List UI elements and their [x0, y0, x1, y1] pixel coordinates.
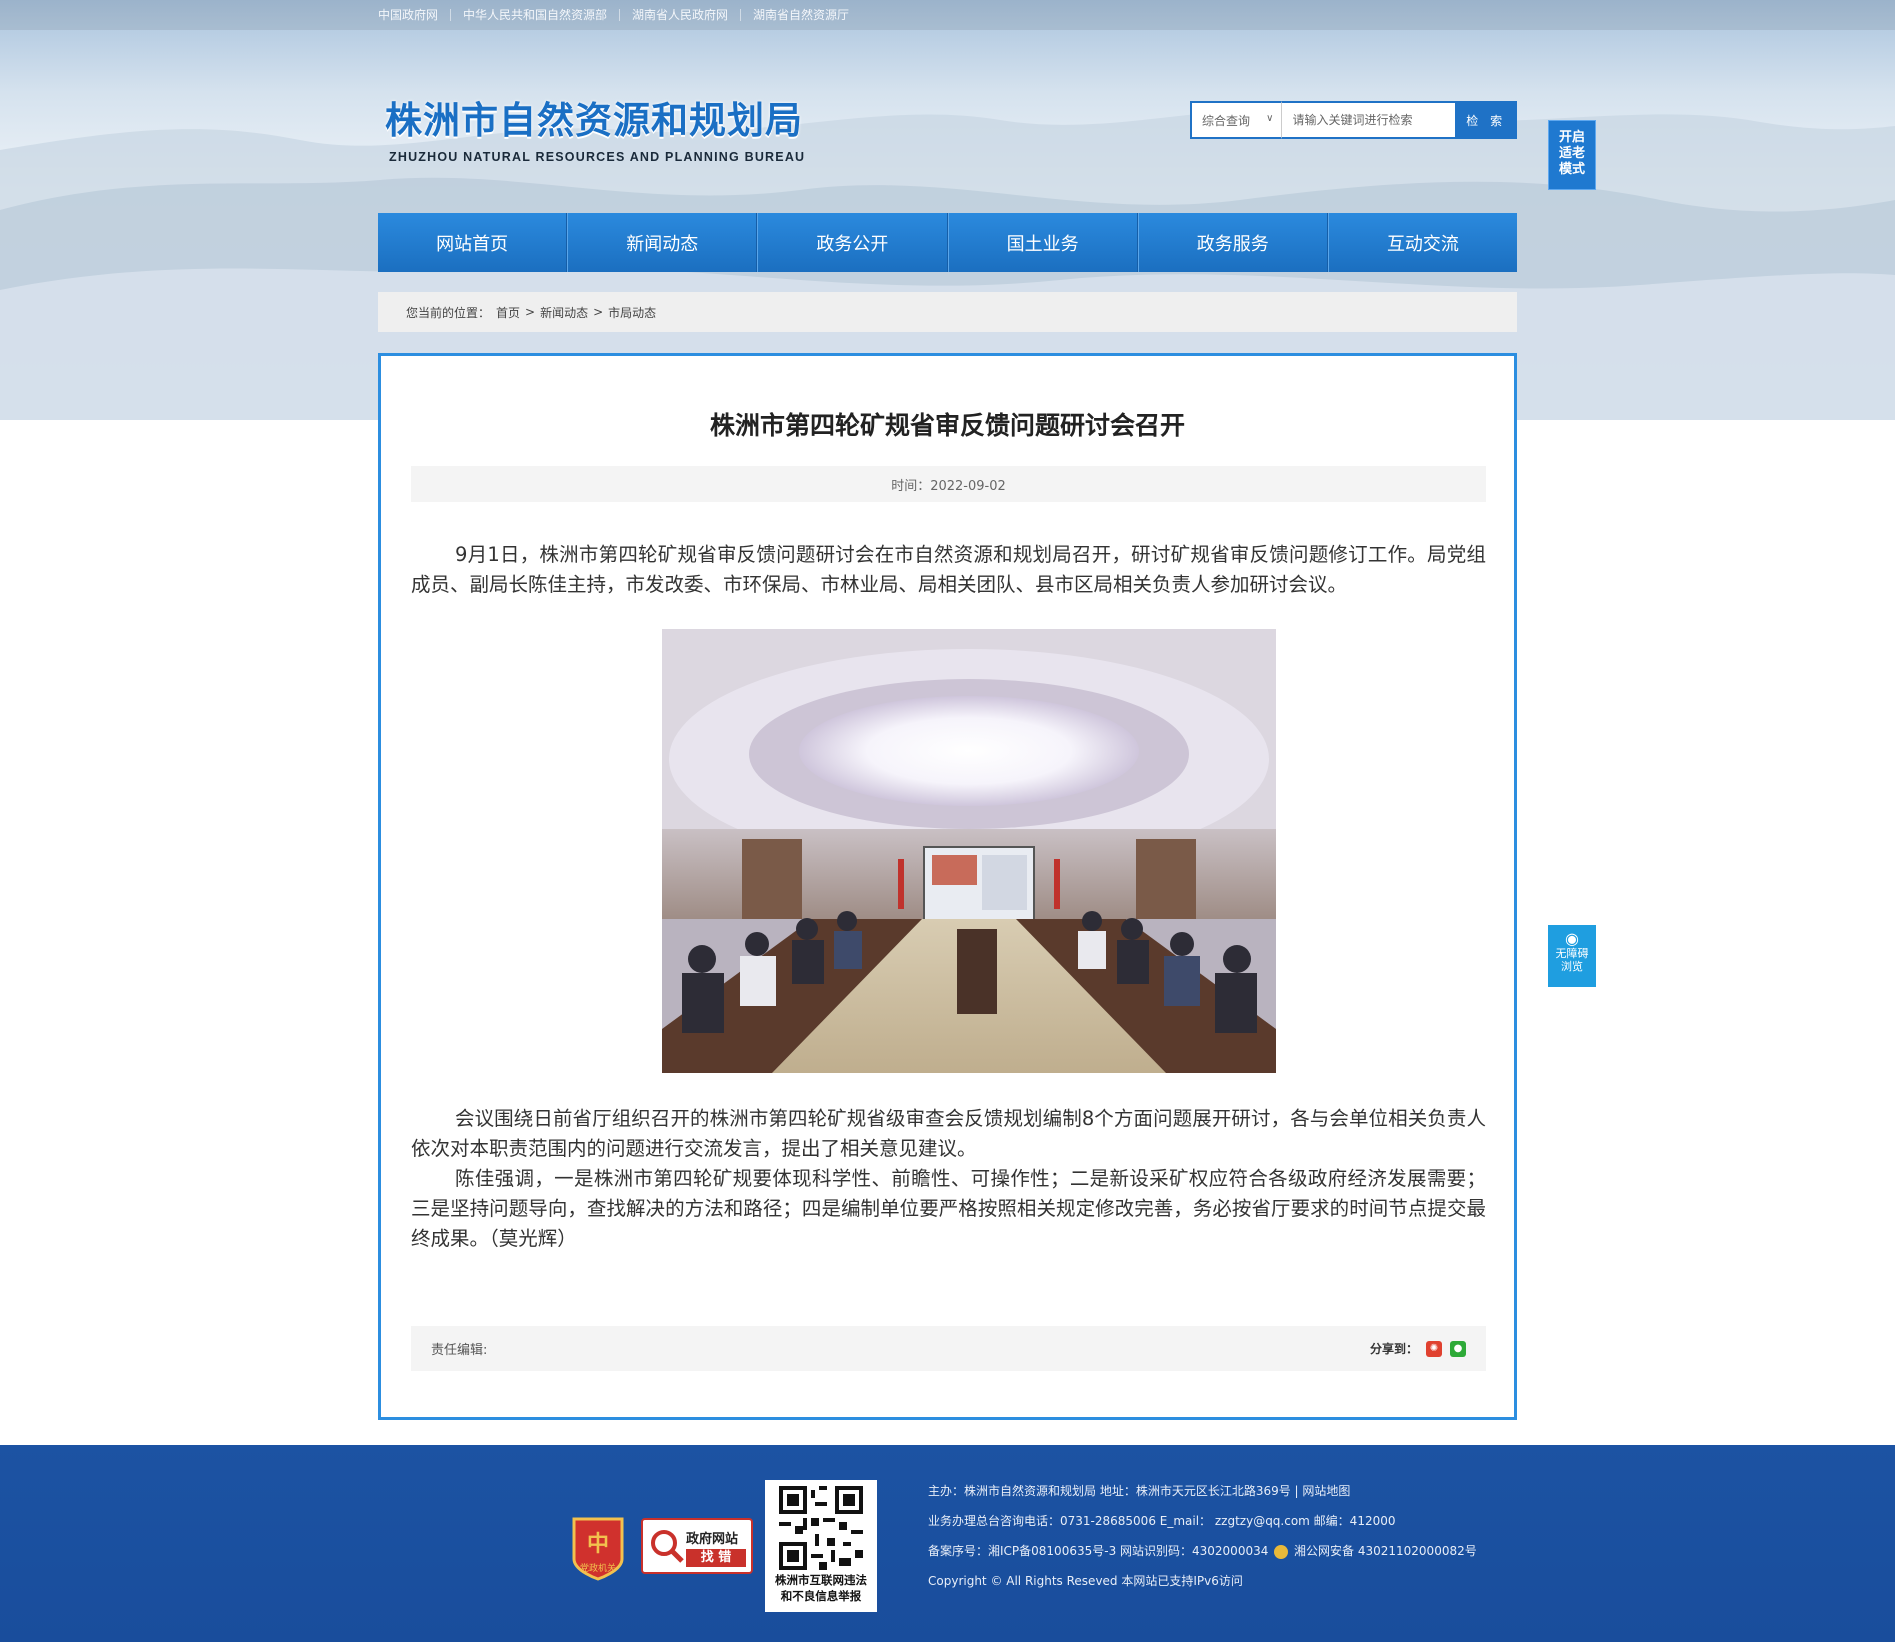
wechat-icon[interactable]: ● — [1450, 1340, 1466, 1357]
top-link-gov[interactable]: 中国政府网 — [378, 9, 450, 21]
logo-english-title: ZHUZHOU NATURAL RESOURCES AND PLANNING B… — [389, 150, 806, 164]
footer-host-line: 主办：株洲市自然资源和规划局 地址：株洲市天元区长江北路369号 | 网站地图 — [928, 1484, 1351, 1498]
footer-icp-text[interactable]: 备案序号：湘ICP备08100635号-3 网站识别码：4302000034 — [928, 1544, 1268, 1558]
breadcrumb-news[interactable]: 新闻动态 — [540, 304, 588, 321]
nav-item-gov-affairs[interactable]: 政务公开 — [757, 213, 948, 272]
article-meta-bar: 时间：2022-09-02 — [411, 466, 1486, 502]
footer-contact-line: 业务办理总台咨询电话：0731-28685006 E_mail： zzgtzy@… — [928, 1514, 1396, 1528]
site-logo[interactable]: 株洲市自然资源和规划局 ZHUZHOU NATURAL RESOURCES AN… — [385, 90, 805, 164]
main-nav: 网站首页 新闻动态 政务公开 国土业务 政务服务 互动交流 — [378, 213, 1517, 272]
accessibility-line2: 浏览 — [1561, 960, 1583, 973]
accessibility-button[interactable]: ◉ 无障碍 浏览 — [1548, 925, 1596, 987]
article-container: 株洲市第四轮矿规省审反馈问题研讨会召开 时间：2022-09-02 9月1日，株… — [378, 353, 1517, 1420]
svg-text:中: 中 — [587, 1532, 609, 1557]
eye-icon: ◉ — [1565, 929, 1579, 948]
editor-label: 责任编辑: — [431, 1343, 488, 1358]
party-badge-text: 党政机关 — [580, 1562, 616, 1574]
chevron-down-icon: ∨ — [1266, 113, 1274, 124]
elder-mode-line1: 开启 — [1558, 130, 1585, 145]
nav-item-land-business[interactable]: 国土业务 — [947, 213, 1138, 272]
nav-item-news[interactable]: 新闻动态 — [567, 213, 758, 272]
magnifier-icon — [651, 1530, 684, 1563]
breadcrumb-city-news[interactable]: 市局动态 — [608, 304, 656, 321]
article-paragraph: 9月1日，株洲市第四轮矿规省审反馈问题研讨会在市自然资源和规划局召开，研讨矿规省… — [411, 543, 1486, 596]
breadcrumb-separator: > — [593, 305, 604, 319]
qr-code-icon — [779, 1486, 863, 1570]
meeting-photo — [662, 629, 1276, 1073]
breadcrumb-separator: > — [525, 305, 536, 319]
top-link-hunan-nr[interactable]: 湖南省自然资源厅 — [740, 9, 861, 21]
breadcrumb-prefix: 您当前的位置： — [406, 305, 491, 320]
site-footer: 中 党政机关 政府网站 找 错 株洲市互联网违法 和不良信息举报 主办：株洲市自… — [0, 1445, 1895, 1642]
qr-caption-line1: 株洲市互联网违法 — [775, 1573, 867, 1587]
elder-mode-button[interactable]: 开启 适老 模式 — [1548, 120, 1596, 190]
breadcrumb-home[interactable]: 首页 — [496, 304, 520, 321]
search-input[interactable] — [1281, 101, 1456, 139]
top-links-bar: 中国政府网 中华人民共和国自然资源部 湖南省人民政府网 湖南省自然资源厅 — [0, 0, 1895, 30]
logo-chinese-title: 株洲市自然资源和规划局 — [385, 99, 803, 142]
footer-icp-line: 备案序号：湘ICP备08100635号-3 网站识别码：4302000034 湘… — [928, 1543, 1477, 1573]
breadcrumb: 您当前的位置： 首页 > 新闻动态 > 市局动态 — [378, 292, 1517, 332]
article-time: 时间：2022-09-02 — [891, 478, 1006, 494]
gov-badge-text2: 找 错 — [686, 1549, 746, 1567]
article-title: 株洲市第四轮矿规省审反馈问题研讨会召开 — [709, 411, 1185, 440]
gov-site-error-badge[interactable]: 政府网站 找 错 — [641, 1518, 753, 1574]
search-type-select[interactable]: 综合查询 ∨ — [1190, 101, 1282, 139]
gov-badge-text1: 政府网站 — [686, 1532, 739, 1547]
search-type-label: 综合查询 — [1202, 113, 1251, 128]
report-qr-block[interactable]: 株洲市互联网违法 和不良信息举报 — [765, 1480, 877, 1612]
elder-mode-line2: 适老 — [1558, 146, 1585, 161]
qr-caption: 株洲市互联网违法 和不良信息举报 — [765, 1572, 877, 1604]
meeting-room-image — [662, 629, 1276, 1073]
top-link-mnr[interactable]: 中华人民共和国自然资源部 — [450, 9, 619, 21]
search-button[interactable]: 检 索 — [1455, 101, 1517, 139]
weibo-icon[interactable]: ✺ — [1426, 1340, 1442, 1357]
share-group: 分享到： ✺ ● — [1370, 1340, 1466, 1357]
police-badge-icon — [1274, 1544, 1289, 1559]
elder-mode-line3: 模式 — [1558, 162, 1585, 177]
nav-item-gov-services[interactable]: 政务服务 — [1137, 213, 1328, 272]
article-paragraph: 陈佳强调，一是株洲市第四轮矿规要体现科学性、前瞻性、可操作性；二是新设采矿权应符… — [411, 1167, 1486, 1250]
party-gov-badge-icon[interactable]: 中 党政机关 — [570, 1515, 626, 1581]
article-footer-bar: 责任编辑: 分享到： ✺ ● — [411, 1326, 1486, 1371]
article-paragraph: 会议围绕日前省厅组织召开的株洲市第四轮矿规省级审查会反馈规划编制8个方面问题展开… — [411, 1107, 1486, 1160]
share-label: 分享到： — [1369, 1342, 1418, 1356]
nav-item-home[interactable]: 网站首页 — [378, 213, 568, 272]
nav-item-interaction[interactable]: 互动交流 — [1327, 213, 1517, 272]
accessibility-line1: 无障碍 — [1555, 947, 1589, 960]
search-box: 综合查询 ∨ 检 索 — [1190, 101, 1517, 139]
top-link-hunan-gov[interactable]: 湖南省人民政府网 — [619, 9, 740, 21]
qr-caption-line2: 和不良信息举报 — [780, 1589, 862, 1603]
footer-police-record[interactable]: 湘公网安备 43021102000082号 — [1294, 1544, 1477, 1558]
footer-copyright: Copyright © All Rights Reseved 本网站已支持IPv… — [928, 1574, 1243, 1588]
footer-info: 主办：株洲市自然资源和规划局 地址：株洲市天元区长江北路369号 | 网站地图 … — [928, 1483, 1477, 1603]
